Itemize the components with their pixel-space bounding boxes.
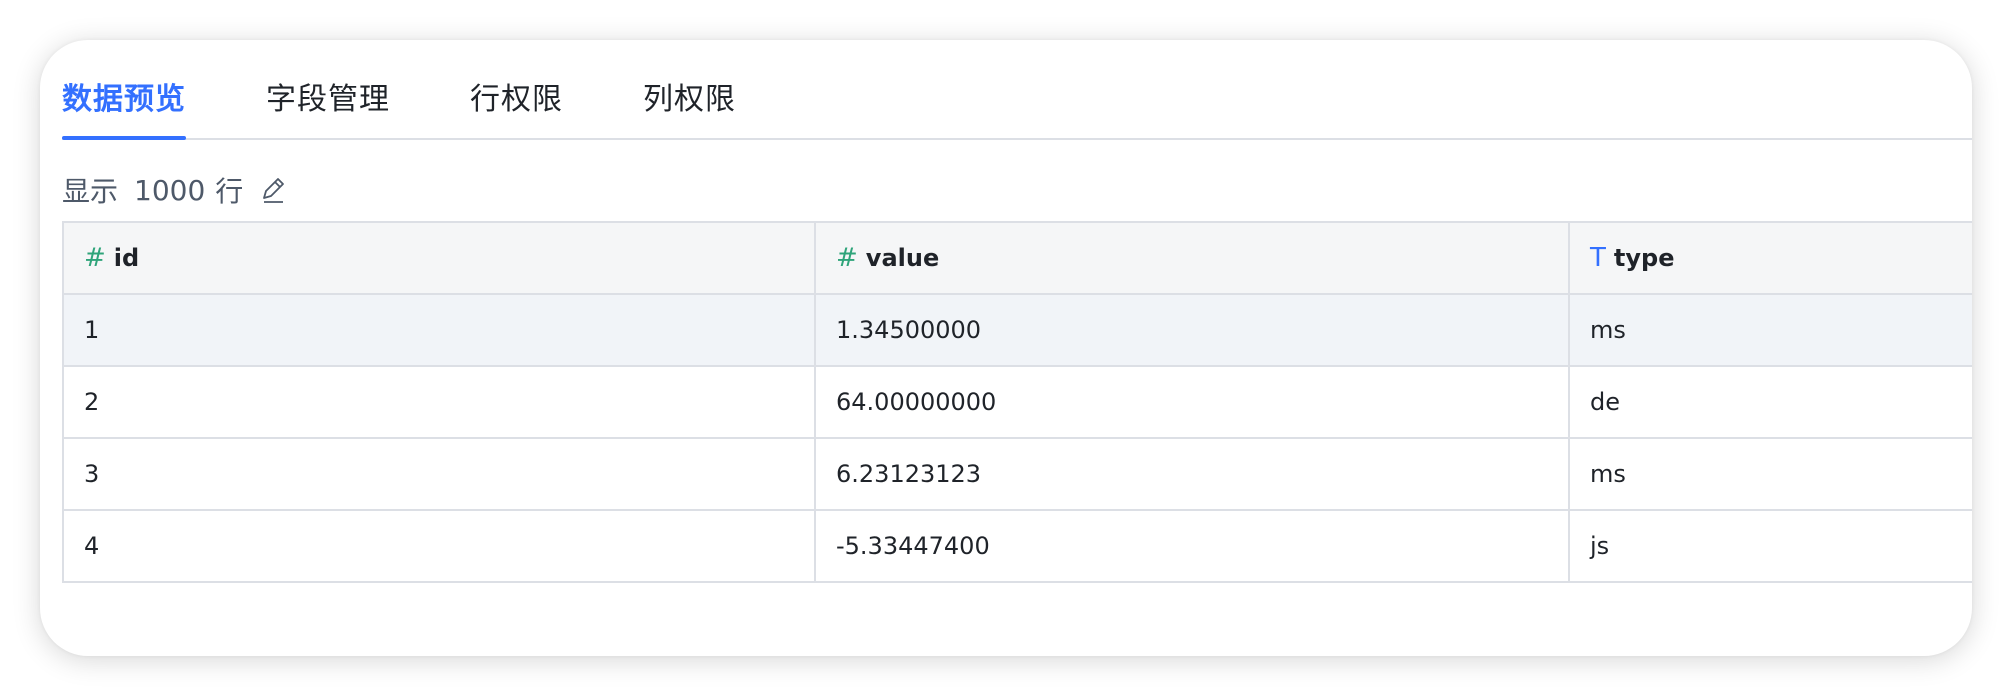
table-cell: 2	[64, 367, 816, 437]
table-cell: js	[1590, 532, 1610, 560]
tab-column-permission[interactable]: 列权限	[643, 74, 736, 138]
data-preview-panel: 数据预览 字段管理 行权限 列权限 显示 1000 行 # id # value	[40, 40, 1972, 656]
table-row[interactable]: 1 1.34500000 ms	[64, 295, 1972, 367]
table-cell: 1	[64, 295, 816, 365]
row-count-suffix: 行	[215, 175, 244, 208]
column-header-label: type	[1613, 244, 1675, 272]
table-row[interactable]: 4 -5.33447400 js	[64, 511, 1972, 583]
table-cell: -5.33447400	[816, 511, 1570, 581]
tab-bar: 数据预览 字段管理 行权限 列权限	[62, 40, 1972, 140]
table-cell: 4	[64, 511, 816, 581]
column-header-value[interactable]: # value	[816, 223, 1570, 293]
table-row[interactable]: 2 64.00000000 de	[64, 367, 1972, 439]
table-cell: 64.00000000	[816, 367, 1570, 437]
number-type-icon: #	[84, 243, 106, 273]
edit-icon[interactable]	[259, 176, 287, 204]
column-header-type[interactable]: T type	[1570, 223, 1972, 293]
number-type-icon: #	[836, 243, 858, 273]
row-count-value: 1000	[134, 173, 206, 207]
tab-row-permission[interactable]: 行权限	[470, 74, 563, 138]
column-header-label: id	[113, 244, 140, 272]
column-header-id[interactable]: # id	[64, 223, 816, 293]
table-cell: 1.34500000	[816, 295, 1570, 365]
row-count-info: 显示 1000 行	[62, 170, 287, 210]
table-header-row: # id # value T type	[64, 223, 1972, 295]
table-cell: de	[1590, 388, 1620, 416]
row-count-prefix: 显示	[62, 175, 119, 208]
data-table: # id # value T type 1 1.34500000 ms 2 64…	[62, 221, 1972, 583]
table-cell: ms	[1590, 460, 1626, 488]
text-type-icon: T	[1590, 243, 1606, 273]
table-cell: 6.23123123	[816, 439, 1570, 509]
tab-data-preview[interactable]: 数据预览	[62, 74, 186, 140]
table-cell: ms	[1590, 316, 1626, 344]
table-row[interactable]: 3 6.23123123 ms	[64, 439, 1972, 511]
table-cell: 3	[64, 439, 816, 509]
column-header-label: value	[865, 244, 940, 272]
tab-field-management[interactable]: 字段管理	[266, 74, 390, 138]
